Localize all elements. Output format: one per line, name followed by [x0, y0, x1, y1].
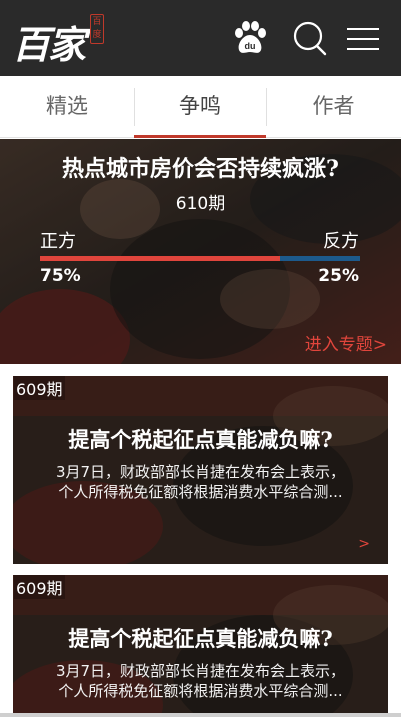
- card-issue-number: 609期: [14, 376, 65, 400]
- tab-zuozhe[interactable]: 作者: [266, 76, 401, 138]
- logo-seal: 百度: [90, 14, 104, 44]
- tab-bar: 精选 争鸣 作者: [0, 76, 401, 138]
- logo-text: 百家: [12, 22, 86, 67]
- card-description: 3月7日，财政部部长肖捷在发布会上表示， 个人所得税免征额将根据消费水平综合测.…: [35, 661, 366, 701]
- baijia-logo[interactable]: 百家 百度: [12, 12, 106, 67]
- card-description-line: 个人所得税免征额将根据消费水平综合测...: [58, 682, 343, 700]
- card-title: 提高个税起征点真能减负嘛?: [68, 626, 333, 651]
- con-percentage: 25%: [318, 266, 359, 286]
- svg-text:du: du: [245, 41, 256, 51]
- bottom-divider: [0, 713, 401, 717]
- search-icon[interactable]: [290, 18, 330, 58]
- card-description-line: 个人所得税免征额将根据消费水平综合测...: [58, 483, 343, 501]
- vote-ratio-bar: [40, 256, 360, 261]
- baidu-paw-icon[interactable]: du: [230, 18, 270, 58]
- card-description-line: 3月7日，财政部部长肖捷在发布会上表示，: [55, 463, 346, 481]
- card-arrow-icon[interactable]: >: [358, 536, 370, 552]
- card-issue-number: 609期: [14, 575, 65, 599]
- tab-jingxuan[interactable]: 精选: [0, 76, 134, 138]
- debate-card[interactable]: 609期 提高个税起征点真能减负嘛? 3月7日，财政部部长肖捷在发布会上表示， …: [13, 575, 388, 717]
- hero-debate-banner[interactable]: 热点城市房价会否持续疯涨? 610期 正方 反方 75% 25% 进入专题>: [0, 139, 401, 364]
- card-title: 提高个税起征点真能减负嘛?: [68, 427, 333, 452]
- hero-issue-number: 610期: [175, 194, 226, 214]
- pro-side-label: 正方: [40, 231, 76, 252]
- card-description: 3月7日，财政部部长肖捷在发布会上表示， 个人所得税免征额将根据消费水平综合测.…: [35, 462, 366, 502]
- hero-title: 热点城市房价会否持续疯涨?: [62, 156, 339, 182]
- pro-vote-fill: [40, 256, 280, 261]
- active-tab-indicator: [134, 135, 266, 138]
- app-header: 百家 百度 du: [0, 0, 401, 76]
- pro-percentage: 75%: [40, 266, 81, 286]
- tab-zhengming[interactable]: 争鸣: [134, 76, 266, 138]
- card-description-line: 3月7日，财政部部长肖捷在发布会上表示，: [55, 662, 346, 680]
- menu-icon[interactable]: [343, 18, 383, 58]
- debate-card[interactable]: 609期 提高个税起征点真能减负嘛? 3月7日，财政部部长肖捷在发布会上表示， …: [13, 376, 388, 564]
- con-side-label: 反方: [323, 231, 359, 252]
- enter-topic-link[interactable]: 进入专题>: [305, 330, 387, 355]
